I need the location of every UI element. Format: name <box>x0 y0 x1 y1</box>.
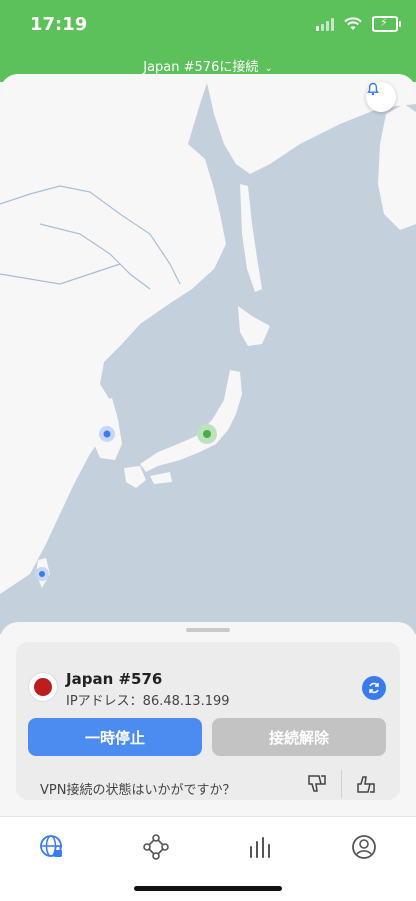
honshu <box>140 370 242 472</box>
battery-icon: ⚡ <box>372 16 401 32</box>
profile-icon <box>352 835 376 859</box>
status-icons: ⚡ <box>316 14 401 34</box>
thumbs-down-icon[interactable] <box>305 772 329 796</box>
sheet-handle[interactable] <box>186 628 230 632</box>
sakhalin <box>240 184 262 292</box>
disconnect-button[interactable]: 接続解除 <box>212 718 386 756</box>
cellular-signal-icon <box>316 17 334 31</box>
thumbs-up-icon[interactable] <box>354 772 378 796</box>
rating-divider <box>341 770 342 798</box>
kyushu <box>124 466 146 488</box>
home-indicator[interactable] <box>134 886 282 891</box>
server-name: Japan #576 <box>66 670 163 688</box>
server-ip: IPアドレス：86.48.13.199 <box>66 694 230 709</box>
kamchatka <box>378 104 416 230</box>
map-svg <box>0 74 416 594</box>
rating-buttons <box>305 770 378 798</box>
meshnet-icon <box>143 834 169 860</box>
japan-flag-icon <box>28 672 58 702</box>
tab-vpn[interactable] <box>32 827 72 867</box>
notifications-button[interactable] <box>366 82 396 112</box>
shikoku <box>150 472 172 484</box>
tab-meshnet[interactable] <box>136 827 176 867</box>
tab-stats[interactable] <box>240 827 280 867</box>
bar-chart-icon <box>250 837 270 858</box>
rating-prompt: VPN接続の状態はいかがですか？ <box>40 783 236 798</box>
pause-button[interactable]: 一時停止 <box>28 718 202 756</box>
mainland-asia <box>0 74 226 594</box>
top-bar: 17:19 ⚡ Japan #576に接続 ⌄ <box>0 0 416 82</box>
wifi-icon <box>344 17 362 30</box>
chevron-down-icon: ⌄ <box>264 63 273 74</box>
tab-profile[interactable] <box>344 827 384 867</box>
status-time: 17:19 <box>30 14 88 35</box>
bell-icon <box>367 82 379 96</box>
reconnect-button[interactable] <box>362 676 386 700</box>
connection-title-dropdown[interactable]: Japan #576に接続 ⌄ <box>0 56 416 75</box>
globe-lock-icon <box>40 835 62 857</box>
hokkaido <box>238 306 270 346</box>
connection-card: Japan #576 IPアドレス：86.48.13.199 一時停止 接続解除… <box>16 642 400 800</box>
connection-title: Japan #576に接続 <box>143 60 259 75</box>
map-view[interactable] <box>0 74 416 634</box>
connection-sheet: Japan #576 IPアドレス：86.48.13.199 一時停止 接続解除… <box>0 622 416 816</box>
refresh-icon <box>369 682 379 694</box>
